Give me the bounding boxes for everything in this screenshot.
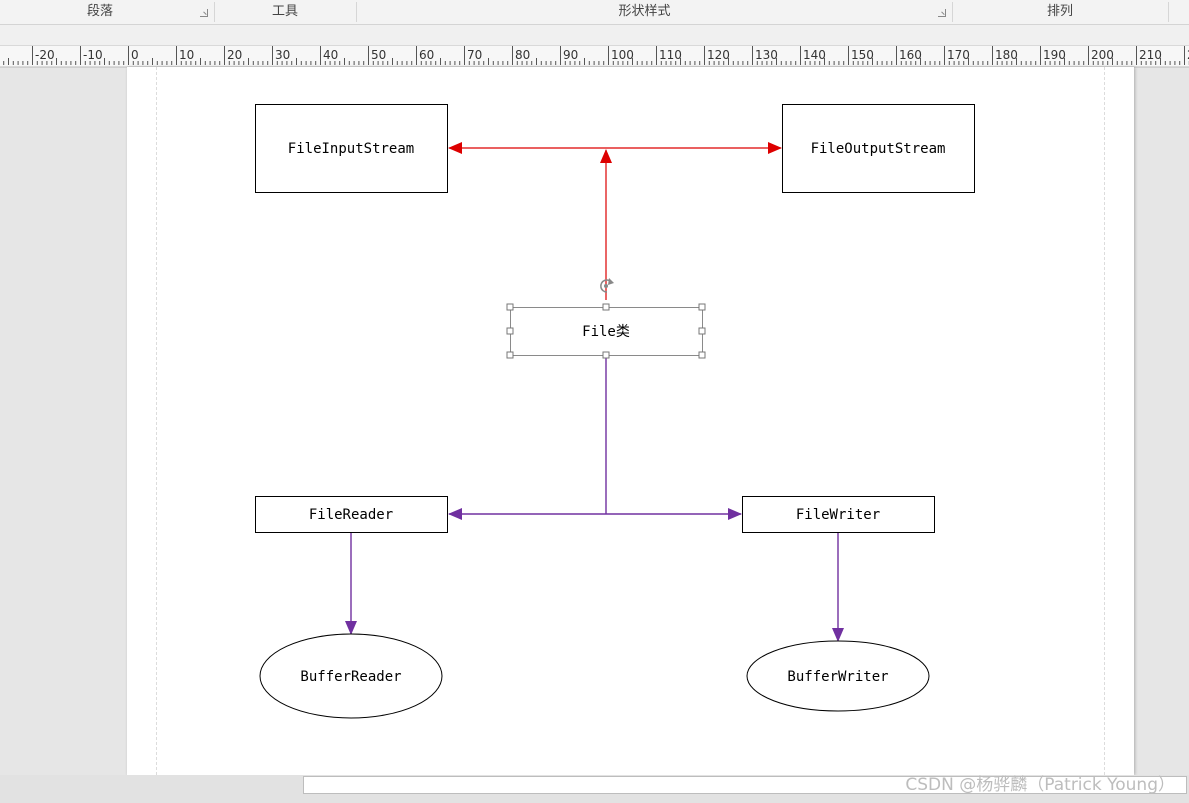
ellipse-bufferwriter-label: BufferWriter: [787, 669, 888, 685]
resize-handle-ne[interactable]: [698, 303, 706, 311]
resize-handle-e[interactable]: [698, 327, 706, 335]
resize-handle-n[interactable]: [602, 303, 610, 311]
resize-handle-se[interactable]: [698, 351, 706, 359]
box-file-class[interactable]: File类: [510, 307, 703, 356]
resize-handle-w[interactable]: [506, 327, 514, 335]
box-fileoutputstream-label: FileOutputStream: [811, 141, 946, 157]
box-fileinputstream-label: FileInputStream: [288, 141, 414, 157]
box-fileoutputstream[interactable]: FileOutputStream: [782, 104, 975, 193]
box-fileinputstream[interactable]: FileInputStream: [255, 104, 448, 193]
flow-diagram: FileInputStream FileOutputStream File类 F…: [255, 104, 975, 719]
ellipse-bufferreader-label: BufferReader: [300, 669, 401, 685]
ellipse-bufferwriter[interactable]: BufferWriter: [746, 640, 930, 712]
box-filereader-label: FileReader: [309, 507, 393, 523]
watermark-text: CSDN @杨骅麟（Patrick Young）: [905, 775, 1175, 795]
rotate-handle-icon[interactable]: [600, 278, 614, 293]
resize-handle-nw[interactable]: [506, 303, 514, 311]
box-filewriter-label: FileWriter: [796, 507, 880, 523]
box-filereader[interactable]: FileReader: [255, 496, 448, 533]
box-filewriter[interactable]: FileWriter: [742, 496, 935, 533]
ellipse-bufferreader[interactable]: BufferReader: [259, 633, 443, 719]
resize-handle-sw[interactable]: [506, 351, 514, 359]
box-file-class-label: File类: [582, 324, 630, 340]
resize-handle-s[interactable]: [602, 351, 610, 359]
